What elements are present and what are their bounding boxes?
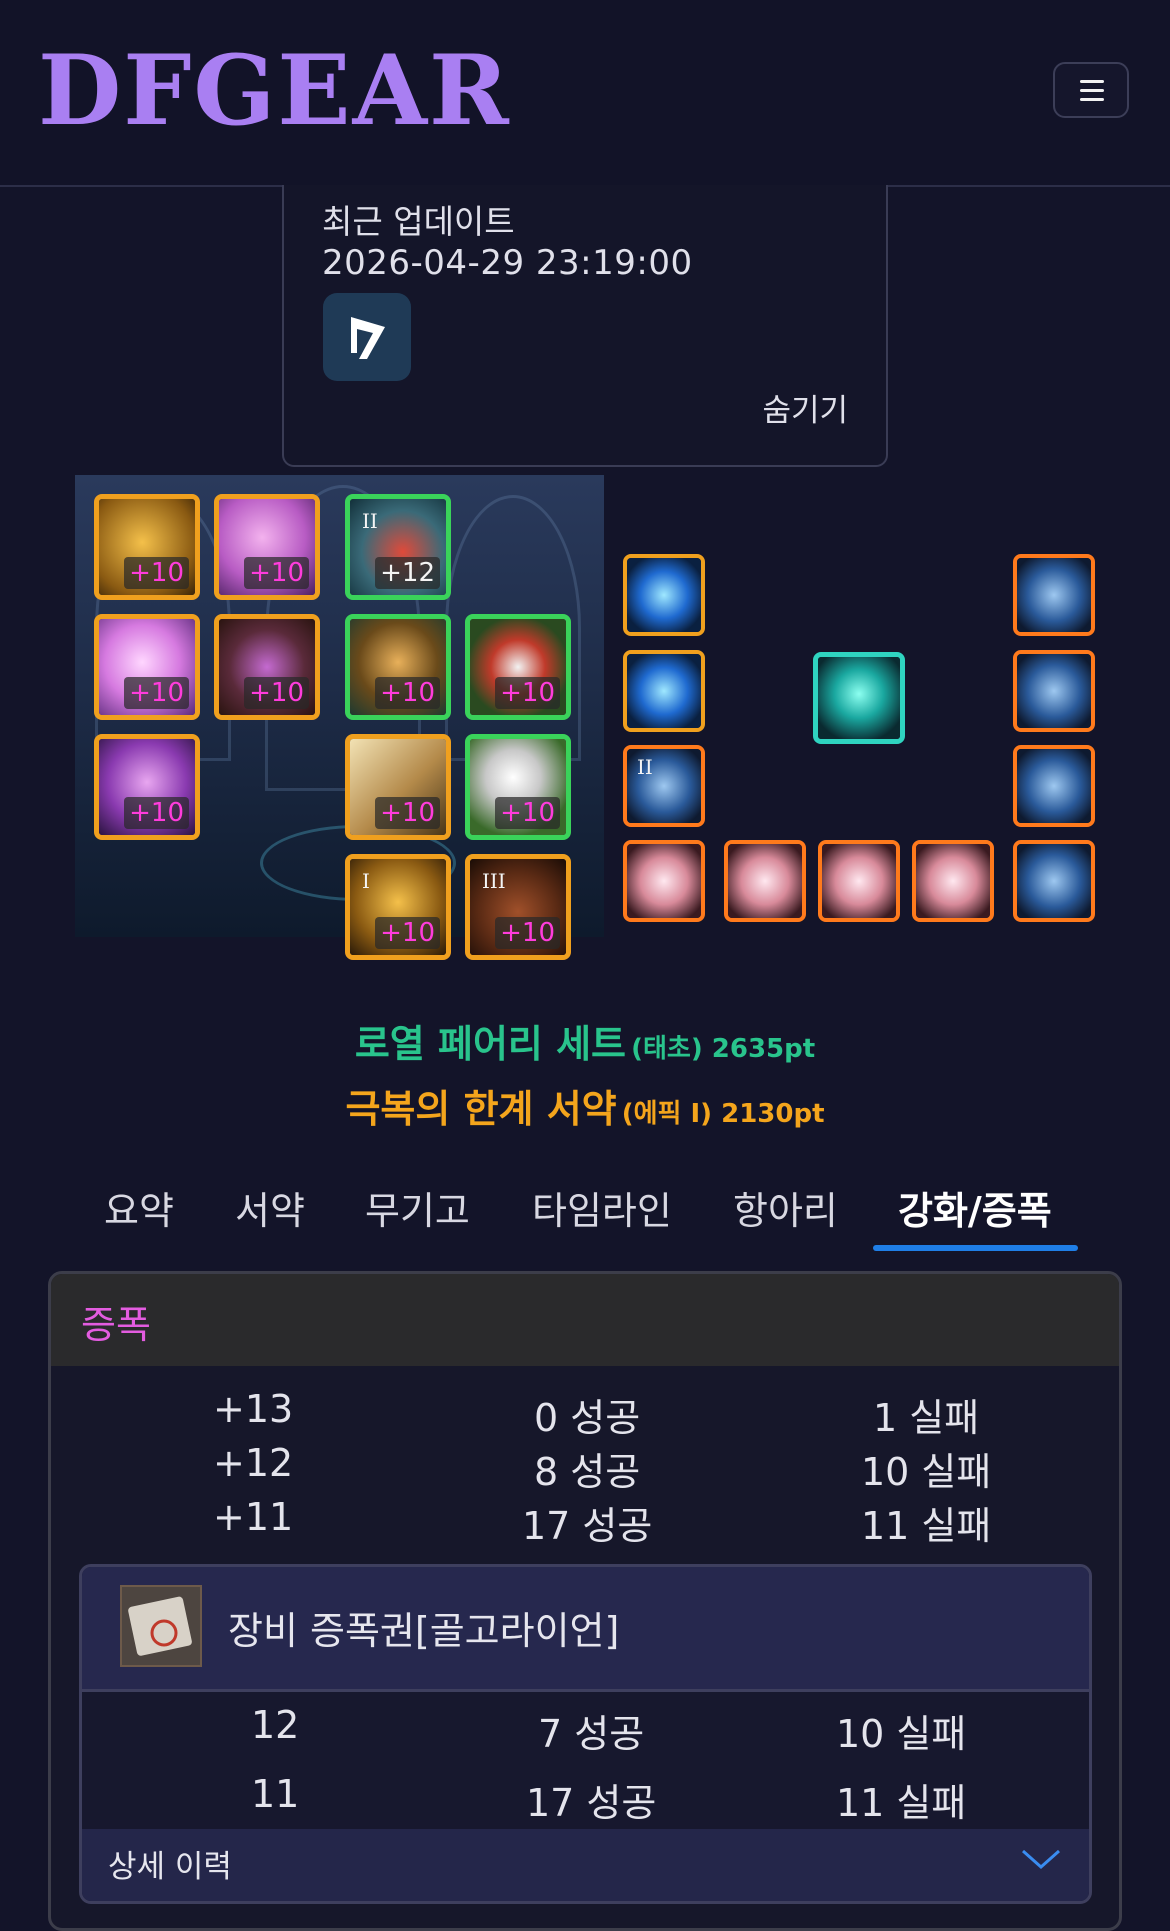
crystal-slot[interactable] <box>724 840 806 922</box>
update-timestamp: 2026-04-29 23:19:00 <box>322 243 693 283</box>
menu-button[interactable] <box>1053 62 1129 118</box>
equipment-slot[interactable]: +10 <box>94 614 200 720</box>
ticket-fail: 10 실패 <box>836 1712 967 1756</box>
amplify-fail: 1 실패 <box>873 1396 980 1440</box>
ticket-success: 17 성공 <box>526 1781 657 1825</box>
hamburger-icon <box>1080 80 1104 83</box>
talisman-slot[interactable]: II <box>623 745 705 827</box>
amplify-level: +13 <box>213 1387 294 1431</box>
rune-slot[interactable] <box>1013 650 1095 732</box>
amplify-level: +11 <box>213 1495 294 1539</box>
set-info-primary: 로열 페어리 세트 (태초) 2635pt <box>0 1013 1170 1068</box>
crystal-slot[interactable] <box>912 840 994 922</box>
ticket-level: 12 <box>251 1703 300 1747</box>
blue-orb-slot[interactable] <box>623 554 705 636</box>
ticket-header: 장비 증폭권[골고라이언] <box>82 1567 1089 1692</box>
update-label: 최근 업데이트 <box>322 202 515 241</box>
amplify-success: 17 성공 <box>522 1504 653 1548</box>
amplify-level: +12 <box>213 1441 294 1485</box>
crystal-slot[interactable] <box>818 840 900 922</box>
set-name: 극복의 한계 서약 <box>345 1087 617 1131</box>
equipment-slot[interactable]: I +10 <box>345 854 451 960</box>
dnf-logo-icon[interactable] <box>323 293 411 381</box>
hamburger-icon-bar <box>1080 98 1104 101</box>
amplify-ticket-icon <box>120 1585 202 1667</box>
amplify-success: 8 성공 <box>534 1450 641 1494</box>
set-score: (에픽 Ⅰ) 2130pt <box>621 1099 825 1129</box>
top-bar: DFGEAR <box>0 0 1170 187</box>
equipment-slot[interactable]: +10 <box>345 734 451 840</box>
active-tab-indicator <box>873 1245 1078 1251</box>
detail-history-label: 상세 이력 <box>108 1849 232 1885</box>
rune-slot[interactable] <box>1013 554 1095 636</box>
ticket-level: 11 <box>251 1772 300 1816</box>
amplify-success: 0 성공 <box>534 1396 641 1440</box>
hide-link[interactable]: 숨기기 <box>762 385 848 430</box>
equipment-slot[interactable]: II +12 <box>345 494 451 600</box>
tab-jar[interactable]: 항아리 <box>733 1180 838 1235</box>
rune-slot[interactable] <box>1013 840 1095 922</box>
ticket-success: 7 성공 <box>538 1712 645 1756</box>
update-info-card: 최근 업데이트 2026-04-29 23:19:00 숨기기 <box>282 185 888 467</box>
set-score: (태초) 2635pt <box>631 1034 816 1064</box>
rune-slot[interactable] <box>1013 745 1095 827</box>
equipment-slot[interactable]: +10 <box>214 494 320 600</box>
crystal-slot[interactable] <box>623 840 705 922</box>
creature-slot[interactable] <box>813 652 905 744</box>
site-logo[interactable]: DFGEAR <box>38 36 511 146</box>
tab-summary[interactable]: 요약 <box>104 1180 174 1235</box>
tab-timeline[interactable]: 타임라인 <box>532 1180 672 1235</box>
amplify-ticket-card: 장비 증폭권[골고라이언] 12 7 성공 10 실패 11 17 성공 11 … <box>79 1564 1092 1904</box>
tab-enhance-amplify[interactable]: 강화/증폭 <box>898 1180 1052 1235</box>
equipment-slot[interactable]: +10 <box>214 614 320 720</box>
equipment-slot[interactable]: +10 <box>94 734 200 840</box>
chevron-down-icon <box>1022 1849 1060 1870</box>
equipment-slot[interactable]: +10 <box>465 614 571 720</box>
ticket-fail: 11 실패 <box>836 1781 967 1825</box>
amplify-panel-header: 증폭 <box>51 1274 1119 1366</box>
set-name: 로열 페어리 세트 <box>354 1022 627 1066</box>
amplify-panel: 증폭 +13 0 성공 1 실패 +12 8 성공 10 실패 +11 17 성… <box>48 1271 1122 1931</box>
equipment-slot[interactable]: III +10 <box>465 854 571 960</box>
hamburger-icon-bar <box>1080 89 1104 92</box>
ticket-name: 장비 증폭권[골고라이언] <box>228 1609 620 1653</box>
detail-history-toggle[interactable]: 상세 이력 <box>82 1829 1089 1901</box>
amplify-fail: 11 실패 <box>861 1504 992 1548</box>
amplify-title: 증폭 <box>81 1303 151 1347</box>
tab-pledge[interactable]: 서약 <box>235 1180 305 1235</box>
equipment-slot[interactable]: +10 <box>465 734 571 840</box>
set-info-secondary: 극복의 한계 서약 (에픽 Ⅰ) 2130pt <box>0 1078 1170 1133</box>
blue-orb-slot[interactable] <box>623 650 705 732</box>
tab-armory[interactable]: 무기고 <box>365 1180 470 1235</box>
amplify-fail: 10 실패 <box>861 1450 992 1494</box>
equipment-slot[interactable]: +10 <box>94 494 200 600</box>
equipment-slot[interactable]: +10 <box>345 614 451 720</box>
tab-bar: 요약 서약 무기고 타임라인 항아리 강화/증폭 <box>0 1170 1170 1254</box>
